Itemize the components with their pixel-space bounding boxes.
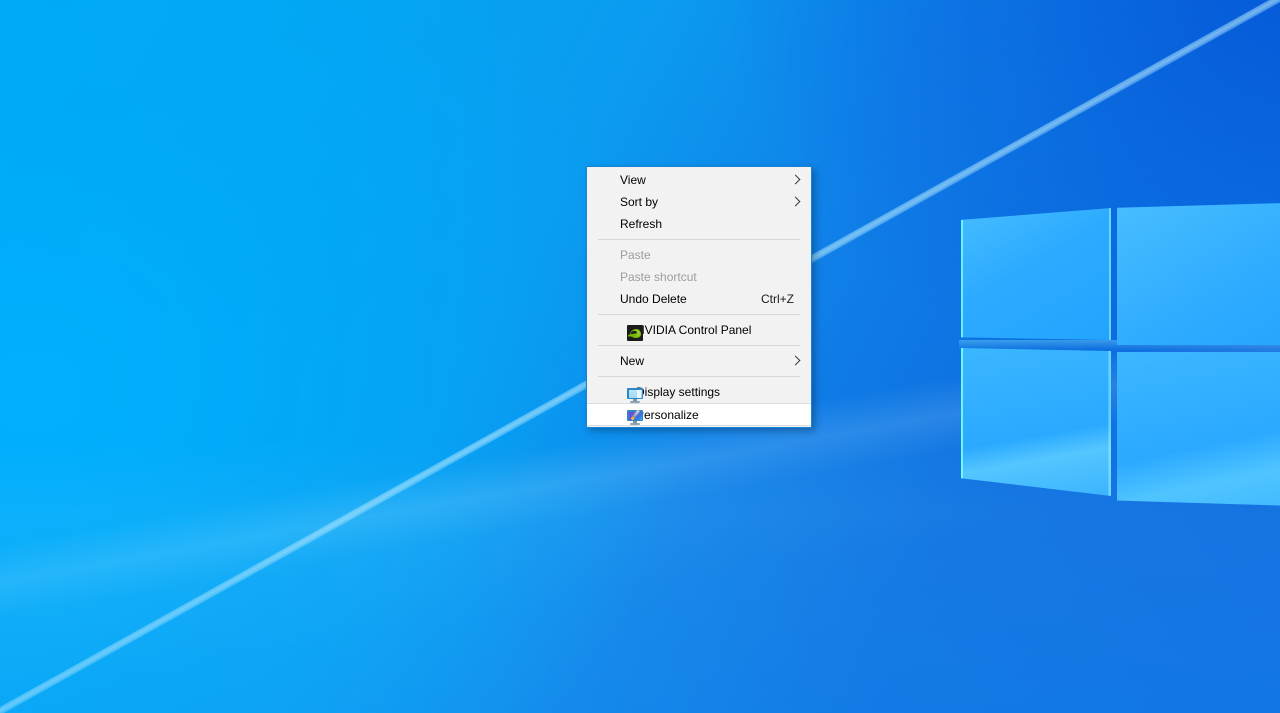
menu-separator <box>598 376 800 377</box>
windows-logo-panes <box>952 178 1280 518</box>
chevron-right-icon <box>789 354 803 368</box>
chevron-right-icon <box>789 173 803 187</box>
menu-item-undo-delete[interactable]: Undo Delete Ctrl+Z <box>587 288 811 310</box>
menu-separator <box>598 314 800 315</box>
menu-separator <box>598 345 800 346</box>
logo-pane-top-right <box>1117 199 1280 345</box>
menu-item-paste-shortcut: Paste shortcut <box>587 266 811 288</box>
logo-pane-top-left <box>961 208 1111 340</box>
logo-pane-bottom-right <box>1117 352 1280 510</box>
display-settings-icon <box>627 387 643 403</box>
menu-item-label: Display settings <box>636 385 721 399</box>
menu-bottom-padding <box>587 426 811 427</box>
menu-item-view[interactable]: View <box>587 169 811 191</box>
pane-horizontal-glow <box>959 340 1280 350</box>
nvidia-icon <box>627 325 643 341</box>
menu-item-sort-by[interactable]: Sort by <box>587 191 811 213</box>
menu-item-refresh[interactable]: Refresh <box>587 213 811 235</box>
personalize-icon <box>627 408 643 425</box>
menu-item-label: Refresh <box>620 217 663 231</box>
desktop-root[interactable]: View Sort by Refresh Paste Paste shortcut Und… <box>0 0 1280 713</box>
logo-pane-bottom-left <box>961 348 1111 496</box>
menu-item-label: Undo Delete <box>620 292 687 306</box>
menu-item-paste: Paste <box>587 244 811 266</box>
menu-item-personalize[interactable]: Personalize <box>587 403 811 426</box>
menu-item-label: View <box>620 173 646 187</box>
menu-item-label: Sort by <box>620 195 659 209</box>
chevron-right-icon <box>789 195 803 209</box>
desktop-context-menu[interactable]: View Sort by Refresh Paste Paste shortcut Und… <box>586 166 812 428</box>
menu-item-label: Personalize <box>636 407 699 422</box>
menu-item-shortcut: Ctrl+Z <box>761 292 794 306</box>
menu-item-nvidia-control-panel[interactable]: NVIDIA Control Panel <box>587 319 811 341</box>
menu-item-new[interactable]: New <box>587 350 811 372</box>
menu-item-label: Paste shortcut <box>620 270 697 284</box>
menu-item-label: New <box>620 354 645 368</box>
menu-separator <box>598 239 800 240</box>
menu-item-label: Paste <box>620 248 651 262</box>
menu-item-display-settings[interactable]: Display settings <box>587 381 811 403</box>
menu-item-label: NVIDIA Control Panel <box>636 323 752 337</box>
